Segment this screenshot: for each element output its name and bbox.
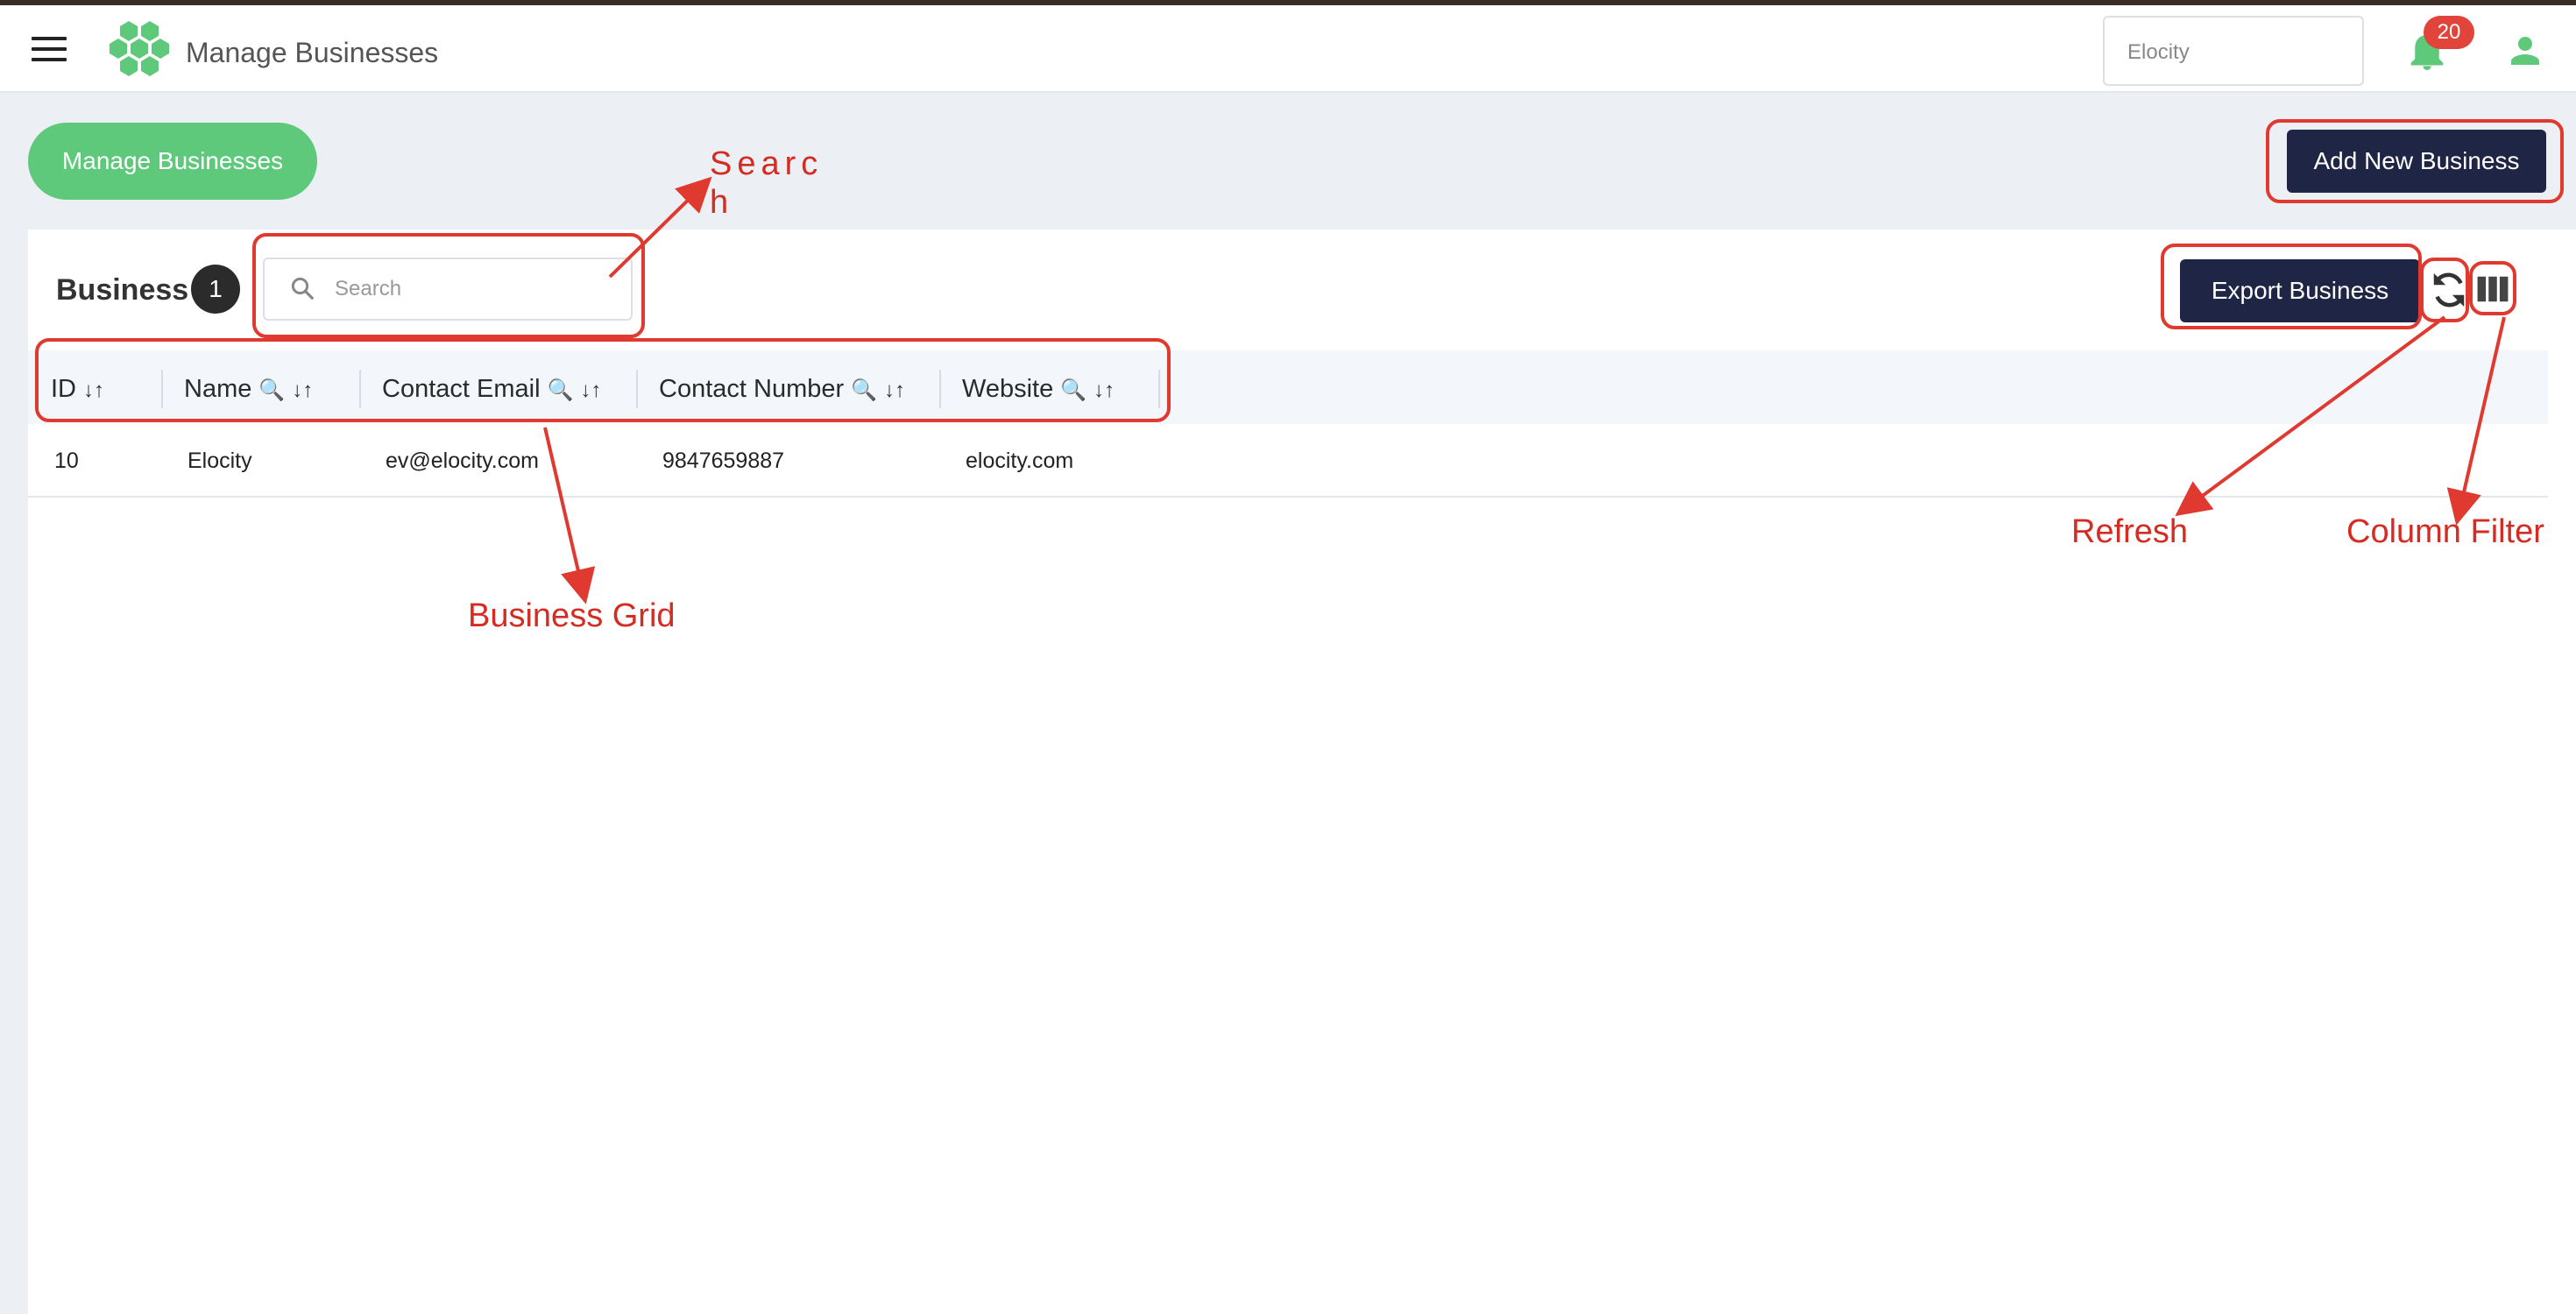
count-badge: 1 bbox=[191, 265, 240, 314]
menu-icon[interactable] bbox=[32, 37, 67, 63]
page-title: Manage Businesses bbox=[186, 37, 439, 68]
annotation-business-grid: Business Grid bbox=[468, 597, 676, 634]
card-title: Business bbox=[56, 273, 189, 307]
business-select[interactable]: Elocity bbox=[2103, 16, 2364, 86]
notification-badge: 20 bbox=[2424, 16, 2474, 49]
annotation-box-add bbox=[2266, 119, 2564, 203]
annotation-refresh: Refresh bbox=[2071, 513, 2189, 550]
annotation-box-columns bbox=[2469, 261, 2516, 315]
annotation-box-export bbox=[2161, 244, 2422, 329]
hexagon-logo-icon bbox=[110, 21, 169, 76]
annotation-box-search bbox=[252, 233, 645, 338]
annotation-search-line2: h bbox=[710, 184, 729, 221]
annotation-box-grid bbox=[35, 338, 1171, 422]
cell-id: 10 bbox=[54, 449, 79, 473]
cell-website: elocity.com bbox=[966, 449, 1074, 473]
annotation-search-line1: Searc bbox=[710, 145, 824, 182]
cell-number: 9847659887 bbox=[662, 449, 785, 473]
app-bar: Manage Businesses Elocity 20 bbox=[0, 5, 2576, 93]
cell-name: Elocity bbox=[188, 449, 252, 473]
tab-manage-businesses[interactable]: Manage Businesses bbox=[28, 123, 317, 200]
annotation-box-refresh bbox=[2420, 258, 2469, 322]
annotation-column-filter: Column Filter bbox=[2346, 513, 2544, 550]
cell-email: ev@elocity.com bbox=[386, 449, 539, 473]
user-icon[interactable] bbox=[2508, 33, 2543, 68]
